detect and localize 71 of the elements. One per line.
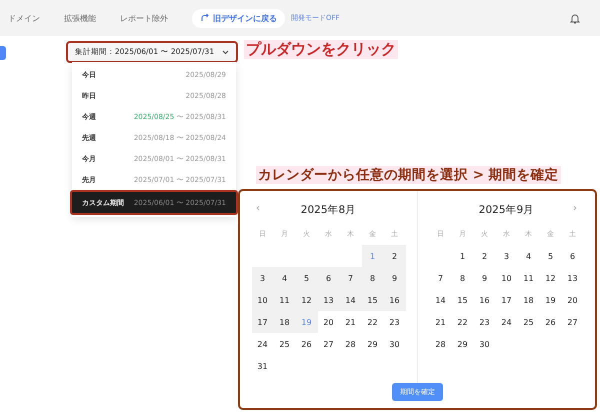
calendar-day[interactable]: 10 xyxy=(496,267,518,289)
calendar-day[interactable]: 30 xyxy=(384,333,406,355)
calendar-day[interactable]: 3 xyxy=(252,267,274,289)
calendar-day[interactable]: 19 xyxy=(540,289,562,311)
calendar-day[interactable]: 11 xyxy=(518,267,540,289)
calendar-day[interactable]: 9 xyxy=(474,267,496,289)
calendar-day[interactable]: 12 xyxy=(540,267,562,289)
calendar-day[interactable]: 26 xyxy=(296,333,318,355)
calendar-day[interactable]: 15 xyxy=(362,289,384,311)
calendar-day[interactable]: 7 xyxy=(430,267,452,289)
calendar-day[interactable]: 16 xyxy=(474,289,496,311)
nav-link[interactable]: ドメイン xyxy=(8,12,40,24)
calendar-day[interactable]: 22 xyxy=(362,311,384,333)
calendar-day[interactable]: 31 xyxy=(252,355,274,377)
calendar-day[interactable]: 25 xyxy=(274,333,296,355)
calendar-day[interactable]: 8 xyxy=(452,267,474,289)
sidebar-tab[interactable] xyxy=(0,46,6,60)
calendar-day[interactable]: 12 xyxy=(296,289,318,311)
calendar-day[interactable]: 5 xyxy=(540,245,562,267)
redo-arrow-icon xyxy=(200,13,210,23)
calendar-day[interactable]: 28 xyxy=(340,333,362,355)
calendar-day[interactable]: 7 xyxy=(340,267,362,289)
annotation-text: カレンダーから任意の期間を選択 > 期間を確定 xyxy=(256,166,561,184)
month-title: 2025年8月 xyxy=(300,203,356,217)
calendar-day[interactable]: 25 xyxy=(518,311,540,333)
calendar-day[interactable]: 18 xyxy=(274,311,296,333)
calendar-day[interactable]: 10 xyxy=(252,289,274,311)
calendar-day[interactable]: 21 xyxy=(430,311,452,333)
calendar-day[interactable]: 23 xyxy=(474,311,496,333)
legacy-design-button[interactable]: 旧デザインに戻る xyxy=(192,8,285,28)
calendar-day[interactable]: 21 xyxy=(340,311,362,333)
calendar-day[interactable]: 9 xyxy=(384,267,406,289)
calendar-day[interactable]: 23 xyxy=(384,311,406,333)
annotation-text: プルダウンをクリック xyxy=(244,40,398,59)
calendar-day[interactable]: 6 xyxy=(318,267,340,289)
calendar-day[interactable]: 18 xyxy=(518,289,540,311)
calendar-day[interactable]: 8 xyxy=(362,267,384,289)
bell-icon[interactable] xyxy=(570,12,580,24)
calendar-day[interactable]: 13 xyxy=(318,289,340,311)
calendar-day[interactable]: 20 xyxy=(562,289,584,311)
calendar-day[interactable]: 2 xyxy=(474,245,496,267)
calendar-day[interactable]: 24 xyxy=(252,333,274,355)
calendar-day[interactable]: 17 xyxy=(252,311,274,333)
calendar-day[interactable]: 29 xyxy=(452,333,474,355)
calendar-day[interactable]: 16 xyxy=(384,289,406,311)
calendar-day[interactable]: 28 xyxy=(430,333,452,355)
calendar-day[interactable]: 15 xyxy=(452,289,474,311)
calendar-day[interactable]: 20 xyxy=(318,311,340,333)
calendar-day[interactable]: 26 xyxy=(540,311,562,333)
calendar-day[interactable]: 17 xyxy=(496,289,518,311)
chevron-down-icon xyxy=(222,50,230,54)
month-title: 2025年9月 xyxy=(478,203,534,217)
nav-link[interactable]: 拡張機能 xyxy=(64,12,96,24)
calendar-day[interactable]: 3 xyxy=(496,245,518,267)
calendar-day[interactable]: 22 xyxy=(452,311,474,333)
calendar-day[interactable]: 13 xyxy=(562,267,584,289)
calendar-day[interactable]: 27 xyxy=(562,311,584,333)
calendar-day[interactable]: 6 xyxy=(562,245,584,267)
calendar-day[interactable]: 24 xyxy=(496,311,518,333)
calendar-day[interactable]: 14 xyxy=(340,289,362,311)
calendar-day[interactable]: 5 xyxy=(296,267,318,289)
calendar-day[interactable]: 29 xyxy=(362,333,384,355)
calendar-day[interactable]: 4 xyxy=(274,267,296,289)
calendar-day[interactable]: 2 xyxy=(384,245,406,267)
calendar-day[interactable]: 14 xyxy=(430,289,452,311)
calendar-day[interactable]: 27 xyxy=(318,333,340,355)
calendar-day[interactable]: 11 xyxy=(274,289,296,311)
calendar-day[interactable]: 4 xyxy=(518,245,540,267)
calendar-day[interactable]: 30 xyxy=(474,333,496,355)
nav-link[interactable]: レポート除外 xyxy=(120,12,168,24)
calendar-day[interactable]: 1 xyxy=(452,245,474,267)
